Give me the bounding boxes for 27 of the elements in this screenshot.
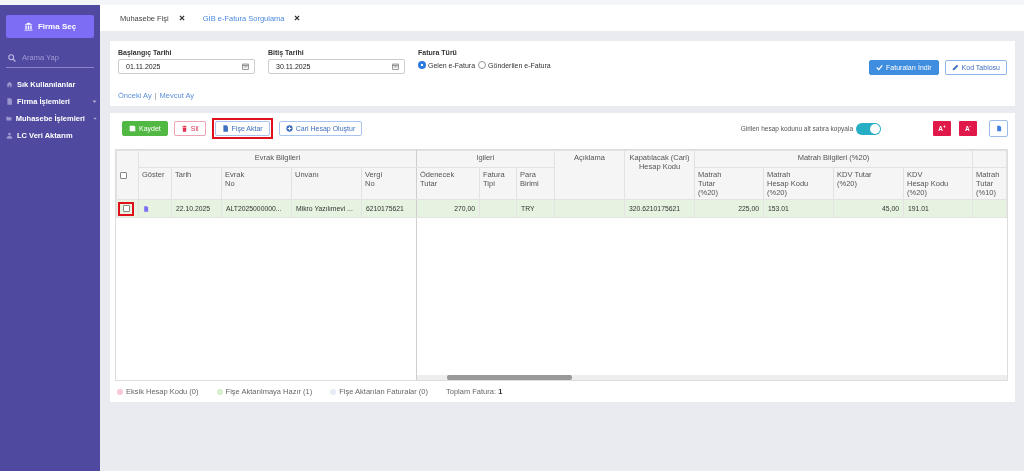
trash-icon <box>180 125 188 132</box>
check-icon <box>876 64 884 71</box>
plus-circle-icon <box>285 125 293 132</box>
document-icon <box>995 125 1002 132</box>
radio-button[interactable] <box>418 61 426 69</box>
close-icon <box>294 15 301 21</box>
calendar-icon <box>242 63 249 70</box>
row-checkbox[interactable] <box>122 205 130 212</box>
close-icon <box>178 15 185 21</box>
person-icon <box>6 132 13 139</box>
home-icon <box>6 81 13 88</box>
export-button[interactable] <box>989 120 1008 137</box>
document-icon <box>221 125 229 132</box>
toggle-switch[interactable] <box>856 122 881 135</box>
bank-icon <box>23 22 33 31</box>
scrollbar-thumb[interactable] <box>447 375 572 380</box>
calendar-icon <box>392 63 399 70</box>
save-icon <box>129 125 136 132</box>
pencil-icon <box>951 64 959 71</box>
radio-button[interactable] <box>478 61 487 69</box>
search-icon <box>8 53 16 62</box>
document-icon <box>6 98 13 105</box>
document-icon <box>143 204 149 213</box>
select-all-checkbox[interactable] <box>120 172 127 179</box>
horizontal-scrollbar[interactable] <box>417 375 1007 380</box>
folder-icon <box>6 115 12 122</box>
company-button[interactable]: Firma Seç <box>6 15 94 38</box>
